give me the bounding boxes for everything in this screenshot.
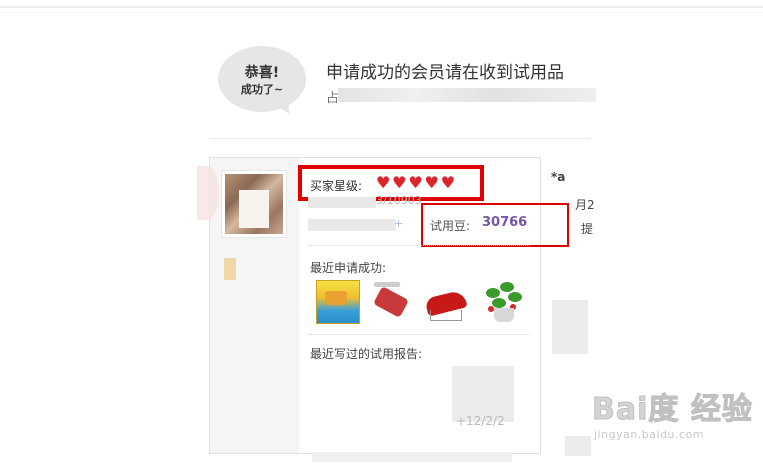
avatar[interactable] xyxy=(221,170,287,238)
heart-rating: ♥ ♥ ♥ ♥ ♥ xyxy=(376,173,456,192)
heart-icon: ♥ xyxy=(424,173,439,192)
congrats-bubble: 恭喜! 成功了~ xyxy=(218,46,306,112)
congrats-line2: 成功了~ xyxy=(240,83,284,96)
recent-success-list xyxy=(310,280,534,324)
heart-icon: ♥ xyxy=(408,173,423,192)
watermark-url: jingyan.baidu.com xyxy=(594,428,705,441)
star-level-label: 买家星级: xyxy=(310,179,363,193)
user-id-fragment: 3/10903 xyxy=(376,194,422,207)
product-thumb-plant[interactable] xyxy=(482,280,526,324)
right-date-fragment: 月2 xyxy=(575,198,595,212)
blurred-right-content xyxy=(565,436,591,456)
product-thumb-red-case[interactable] xyxy=(370,280,414,324)
product-thumb-book[interactable] xyxy=(316,280,360,324)
top-divider-secondary xyxy=(0,12,763,13)
trial-points-value: 30766 xyxy=(482,215,528,230)
trial-points-label: 试用豆: xyxy=(430,219,471,233)
blurred-user-link xyxy=(308,219,396,231)
report-date-fragment: +12/2/2 xyxy=(456,414,505,428)
blurred-right-content xyxy=(552,300,588,354)
member-level-icon xyxy=(224,258,236,280)
card-divider xyxy=(308,334,530,335)
blurred-user-id xyxy=(308,197,376,208)
heart-icon: ♥ xyxy=(440,173,456,192)
heart-icon: ♥ xyxy=(376,173,391,192)
recent-report-label: 最近写过的试用报告: xyxy=(310,347,423,361)
baidu-jingyan-watermark: Bai度 经验 jingyan.baidu.com xyxy=(592,384,760,454)
top-divider xyxy=(0,6,763,8)
watermark-brand: Bai度 经验 xyxy=(592,392,753,428)
card-divider xyxy=(308,245,530,246)
congrats-line1: 恭喜! xyxy=(244,65,280,81)
blurred-decoration xyxy=(197,166,219,220)
blurred-subline xyxy=(338,88,596,102)
blurred-report xyxy=(312,452,512,462)
page-headline: 申请成功的会员请在收到试用品 xyxy=(326,63,564,83)
section-divider xyxy=(210,138,590,139)
right-name-fragment: *a xyxy=(551,170,566,184)
card-sidebar xyxy=(210,158,299,453)
heart-icon: ♥ xyxy=(392,173,407,192)
avatar-image xyxy=(225,174,283,234)
product-thumb-red-car[interactable] xyxy=(424,280,468,324)
right-hint-fragment: 提 xyxy=(581,222,594,236)
user-link-tail[interactable]: + xyxy=(394,217,403,230)
recent-success-label: 最近申请成功: xyxy=(310,261,387,275)
